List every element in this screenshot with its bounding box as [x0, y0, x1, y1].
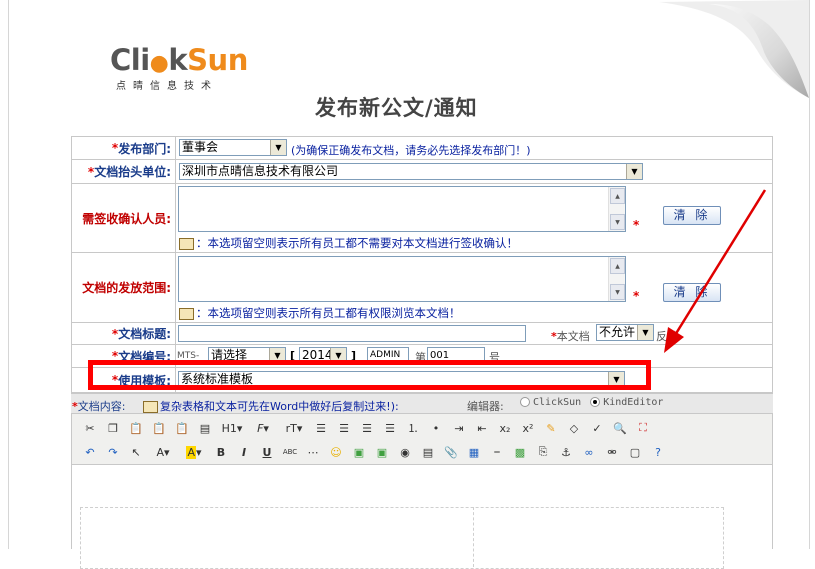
doc-title-label: 文档标题:: [118, 327, 171, 341]
content-header-bar: *文档内容: 复杂表格和文本可先在Word中做好后复制过来!): 编辑器: Cl…: [71, 393, 773, 414]
scope-note: ：本选项留空则表示所有员工都有权限浏览本文档！: [179, 305, 461, 321]
superscript-button[interactable]: x²: [518, 418, 538, 438]
template-highlight-box: [88, 360, 651, 390]
row-unit: * 文档抬头单位: 深圳市点晴信息技术有限公司 ▼: [71, 160, 773, 184]
content-label: 文档内容:: [77, 400, 126, 413]
clear-format-icon[interactable]: ✎: [541, 418, 561, 438]
confirm-note: ：本选项留空则表示所有员工都不需要对本文档进行签收确认！: [179, 235, 518, 251]
scroll-down-icon: ▼: [610, 284, 625, 300]
attachment-icon[interactable]: 📎: [441, 442, 461, 462]
editor-radio-kindeditor[interactable]: [590, 397, 601, 407]
toolbar-row-1: ✂ ❐ 📋 📋 📋 ▤ H1 ▾ F ▾ rT ▾ ☰ ☰ ☰ ☰ ⒈ • ⇥ ⇤ x…: [80, 417, 656, 439]
dept-label: 发布部门:: [118, 141, 171, 156]
font-size-button[interactable]: rT ▾: [280, 418, 308, 438]
editor-divider: [473, 507, 474, 567]
scroll-up-icon: ▲: [610, 188, 625, 204]
editor-radio-clicksun[interactable]: [520, 397, 530, 407]
font-family-button[interactable]: F ▾: [249, 418, 277, 438]
scroll-down-icon: ▼: [610, 214, 625, 230]
subscript-button[interactable]: x₂: [495, 418, 515, 438]
scroll-up-icon: ▲: [610, 258, 625, 274]
paste-word-icon[interactable]: 📋: [172, 418, 192, 438]
map-icon[interactable]: ▩: [510, 442, 530, 462]
unit-label: 文档抬头单位:: [94, 165, 171, 179]
row-dept: * 发布部门: 董事会 ▼ (为确保正确发布文档，请务必先选择发布部门！): [71, 137, 773, 160]
indent-icon[interactable]: ⇥: [449, 418, 469, 438]
help-icon[interactable]: ?: [648, 442, 668, 462]
chevron-down-icon: ▼: [270, 140, 286, 155]
pagebreak-icon[interactable]: ⎘: [533, 442, 553, 462]
scrollbar[interactable]: ▲ ▼: [608, 257, 625, 301]
fullscreen-icon[interactable]: ⛶: [633, 418, 653, 438]
feedback-select[interactable]: 不允许 ▼: [596, 324, 654, 341]
image-icon[interactable]: ▣: [349, 442, 369, 462]
confirm-users-textarea[interactable]: ▲ ▼: [178, 186, 626, 232]
spellcheck-icon[interactable]: ✓: [587, 418, 607, 438]
align-center-icon[interactable]: ☰: [334, 418, 354, 438]
select-icon[interactable]: ↖: [126, 442, 146, 462]
annotation-arrow: [664, 189, 767, 353]
page-title: 发布新公文/通知: [315, 95, 478, 120]
editor-area[interactable]: [71, 465, 773, 569]
strikethrough-button[interactable]: ABC: [280, 442, 300, 462]
align-left-icon[interactable]: ☰: [311, 418, 331, 438]
publish-form: * 发布部门: 董事会 ▼ (为确保正确发布文档，请务必先选择发布部门！) * 文档抬…: [71, 136, 773, 393]
cut-icon[interactable]: ✂: [80, 418, 100, 438]
emoticon-icon[interactable]: ☺: [326, 442, 346, 462]
flash-icon[interactable]: ◉: [395, 442, 415, 462]
underline-button[interactable]: U: [257, 442, 277, 462]
redo-icon[interactable]: ↷: [103, 442, 123, 462]
book-icon: [179, 307, 194, 320]
page-curl-decoration: [649, 0, 809, 100]
anchor-icon[interactable]: ⚓: [556, 442, 576, 462]
heading-button[interactable]: H1 ▾: [218, 418, 246, 438]
dept-select[interactable]: 董事会 ▼: [179, 139, 287, 156]
source-icon[interactable]: ▢: [625, 442, 645, 462]
font-color-button[interactable]: A ▾: [149, 442, 177, 462]
scope-textarea[interactable]: ▲ ▼: [178, 256, 626, 302]
media-icon[interactable]: ▤: [418, 442, 438, 462]
dept-note: (为确保正确发布文档，请务必先选择发布部门！): [291, 144, 531, 157]
insert-hr-icon[interactable]: ⎯: [487, 442, 507, 462]
preview-icon[interactable]: 🔍: [610, 418, 630, 438]
unordered-list-icon[interactable]: •: [426, 418, 446, 438]
hr-icon[interactable]: ⋯: [303, 442, 323, 462]
copy-icon[interactable]: ❐: [103, 418, 123, 438]
paste-text-icon[interactable]: 📋: [149, 418, 169, 438]
ordered-list-icon[interactable]: ⒈: [403, 418, 423, 438]
toolbar-row-2: ↶ ↷ ↖ A ▾ A ▾ B I U ABC ⋯ ☺ ▣ ▣ ◉ ▤ 📎 ▦ ⎯ …: [80, 441, 671, 463]
align-right-icon[interactable]: ☰: [357, 418, 377, 438]
editor-toolbar: ✂ ❐ 📋 📋 📋 ▤ H1 ▾ F ▾ rT ▾ ☰ ☰ ☰ ☰ ⒈ • ⇥ ⇤ x…: [71, 413, 773, 465]
unit-select[interactable]: 深圳市点晴信息技术有限公司 ▼: [179, 163, 643, 180]
undo-icon[interactable]: ↶: [80, 442, 100, 462]
multi-image-icon[interactable]: ▣: [372, 442, 392, 462]
clicksun-logo: Cli●kSun 点晴信息技术: [110, 43, 248, 92]
paste-icon[interactable]: 📋: [126, 418, 146, 438]
highlight-color-button[interactable]: A ▾: [180, 442, 208, 462]
scope-label: 文档的发放范围:: [82, 281, 171, 295]
justify-icon[interactable]: ☰: [380, 418, 400, 438]
chevron-down-icon: ▼: [626, 164, 642, 179]
book-icon: [179, 237, 194, 250]
scrollbar[interactable]: ▲ ▼: [608, 187, 625, 231]
book-icon: [143, 401, 158, 413]
outdent-icon[interactable]: ⇤: [472, 418, 492, 438]
template-icon[interactable]: ▤: [195, 418, 215, 438]
logo-o-mark: ●: [149, 51, 169, 76]
unlink-icon[interactable]: ⚮: [602, 442, 622, 462]
bold-button[interactable]: B: [211, 442, 231, 462]
link-icon[interactable]: ∞: [579, 442, 599, 462]
table-icon[interactable]: ▦: [464, 442, 484, 462]
content-note: 复杂表格和文本可先在Word中做好后复制过来!: [160, 400, 391, 413]
confirm-label: 需签收确认人员:: [82, 211, 171, 226]
logo-subtitle: 点晴信息技术: [116, 81, 218, 92]
italic-button[interactable]: I: [234, 442, 254, 462]
editor-content-frame[interactable]: [80, 507, 724, 569]
editor-label: 编辑器:: [467, 400, 504, 413]
eraser-icon[interactable]: ◇: [564, 418, 584, 438]
doc-title-input[interactable]: [178, 325, 526, 342]
